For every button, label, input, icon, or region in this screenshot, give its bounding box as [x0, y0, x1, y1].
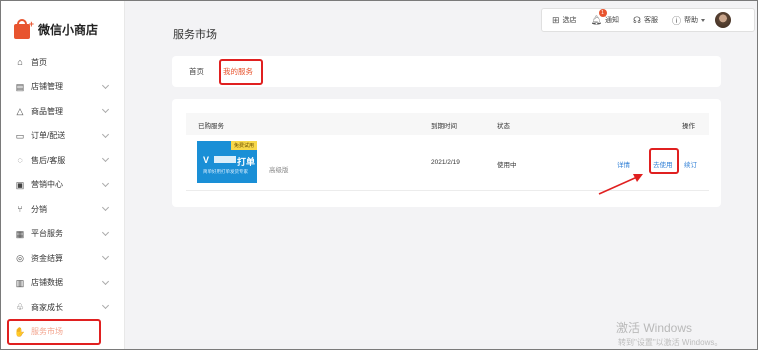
app-window: + 微信小商店 ⌂ 首页 ▤ 店铺管理 △ 商品管理 ▭ 订单/配送 ◌ 售后/客服 ▣ 营销中心 ⑂ 分… — [0, 0, 758, 350]
headset-icon: ◌ — [17, 155, 23, 166]
column-header: 已购服务 — [198, 123, 224, 130]
expiry-date: 2021/2/19 — [431, 159, 460, 166]
store-icon: ▤ — [15, 81, 25, 92]
money-icon: ◎ — [16, 253, 24, 264]
sidebar-item-label: 店铺管理 — [31, 82, 63, 92]
chevron-down-icon — [101, 301, 110, 310]
topbar-label: 通知 — [604, 17, 619, 24]
chevron-down-icon — [101, 154, 110, 163]
sidebar-item[interactable]: △ 商品管理 — [1, 99, 125, 124]
sidebar-item-label: 平台服务 — [31, 229, 63, 239]
sidebar-item-label: 商品管理 — [31, 106, 63, 116]
sidebar-item-label: 商家成长 — [31, 302, 63, 312]
topbar-label: 选店 — [562, 17, 577, 24]
table-header: 已购服务 到期时间 状态 操作 — [186, 113, 709, 135]
sidebar-item-label: 资金结算 — [31, 253, 63, 263]
sidebar-item[interactable]: ◎ 资金结算 — [1, 246, 125, 271]
headset-icon: ☊ — [632, 14, 641, 25]
sidebar-item[interactable]: ◌ 售后/客服 — [1, 148, 125, 173]
avatar[interactable] — [715, 12, 731, 28]
renew-link[interactable]: 续订 — [684, 159, 697, 169]
annotation-box-service-market — [7, 319, 101, 345]
chevron-down-icon — [101, 130, 110, 138]
activation-watermark-subtitle: 转到"设置"以激活 Windows。 — [618, 338, 723, 347]
shop-bag-logo-icon: + — [13, 19, 34, 39]
brand-name: 微信小商店 — [38, 22, 99, 37]
platform-icon: ▦ — [15, 228, 25, 239]
service-status: 使用中 — [497, 162, 517, 169]
activation-watermark-title: 激活 Windows — [616, 321, 693, 335]
help-icon: ⓘ — [671, 15, 681, 26]
topbar-support[interactable]: ☊ 客服 — [633, 15, 658, 26]
chevron-down-icon — [701, 18, 705, 22]
chevron-down-icon — [101, 252, 110, 261]
service-thumbnail[interactable]: 免费试用 V 打单 简单好用打单发货专家 — [197, 141, 257, 183]
topbar-label: 客服 — [643, 17, 658, 24]
details-link[interactable]: 详情 — [617, 159, 630, 169]
sidebar-item[interactable]: ▥ 店铺数据 — [1, 271, 125, 296]
share-icon: ⑂ — [17, 204, 23, 215]
sidebar-item[interactable]: ▣ 营销中心 — [1, 173, 125, 198]
service-edition: 高级版 — [269, 167, 289, 174]
topbar: ⊞ 选店 🔔︎ 1 通知 ☊ 客服 ⓘ 帮助 — [541, 8, 755, 32]
tabs-card: 首页 我的服务 — [172, 56, 721, 87]
order-icon: ▭ — [15, 130, 25, 141]
bag-icon: △ — [16, 106, 24, 117]
sidebar-item[interactable]: ▤ 店铺管理 — [1, 75, 125, 100]
service-logo-icon: V — [203, 155, 210, 165]
notification-badge: 1 — [598, 8, 607, 17]
sidebar-item[interactable]: ♧ 商家成长 — [1, 295, 125, 320]
topbar-switch-store[interactable]: ⊞ 选店 — [552, 15, 577, 26]
annotation-box-use-service — [649, 148, 679, 174]
chevron-down-icon — [101, 179, 110, 187]
home-icon: ⌂ — [17, 57, 23, 68]
annotation-box-my-services — [219, 59, 263, 85]
sidebar-item-label: 首页 — [31, 57, 47, 67]
brand[interactable]: + 微信小商店 — [13, 17, 98, 41]
chevron-down-icon — [101, 81, 110, 89]
column-header: 到期时间 — [431, 123, 457, 130]
data-icon: ▥ — [15, 277, 25, 288]
chevron-down-icon — [101, 105, 110, 114]
topbar-help[interactable]: ⓘ 帮助 — [672, 14, 705, 27]
chevron-down-icon — [101, 228, 110, 236]
sidebar-item[interactable]: ⑂ 分销 — [1, 197, 125, 222]
annotation-arrow-icon — [598, 174, 643, 195]
topbar-notifications[interactable]: 🔔︎ 1 通知 — [591, 8, 619, 26]
tab-home[interactable]: 首页 — [189, 66, 204, 77]
sidebar: + 微信小商店 ⌂ 首页 ▤ 店铺管理 △ 商品管理 ▭ 订单/配送 ◌ 售后/客服 ▣ 营销中心 ⑂ 分… — [1, 1, 125, 349]
topbar-label: 帮助 — [684, 17, 698, 24]
service-slogan: 简单好用打单发货专家 — [203, 169, 248, 174]
switch-store-icon: ⊞ — [552, 14, 560, 25]
logo-bar — [214, 156, 236, 163]
sidebar-item-label: 分销 — [31, 204, 47, 214]
sidebar-item[interactable]: ⌂ 首页 — [1, 50, 125, 75]
free-trial-tag: 免费试用 — [230, 141, 257, 150]
chevron-down-icon — [101, 277, 110, 285]
sidebar-nav: ⌂ 首页 ▤ 店铺管理 △ 商品管理 ▭ 订单/配送 ◌ 售后/客服 ▣ 营销中心 ⑂ 分销 ▦ 平台服务 ◎ 资… — [1, 50, 125, 344]
sidebar-item[interactable]: ▭ 订单/配送 — [1, 124, 125, 149]
page-title: 服务市场 — [173, 29, 217, 41]
column-header: 操作 — [682, 123, 695, 130]
sidebar-item-label: 售后/客服 — [31, 155, 66, 165]
sidebar-item[interactable]: ▦ 平台服务 — [1, 222, 125, 247]
sidebar-item-label: 店铺数据 — [31, 278, 63, 288]
service-logo-text: 打单 — [237, 157, 256, 167]
chevron-down-icon — [101, 203, 110, 212]
sidebar-item-label: 订单/配送 — [31, 131, 66, 141]
marketing-icon: ▣ — [15, 179, 25, 190]
sidebar-item-label: 营销中心 — [31, 180, 63, 190]
growth-icon: ♧ — [15, 302, 25, 313]
column-header: 状态 — [497, 123, 510, 130]
